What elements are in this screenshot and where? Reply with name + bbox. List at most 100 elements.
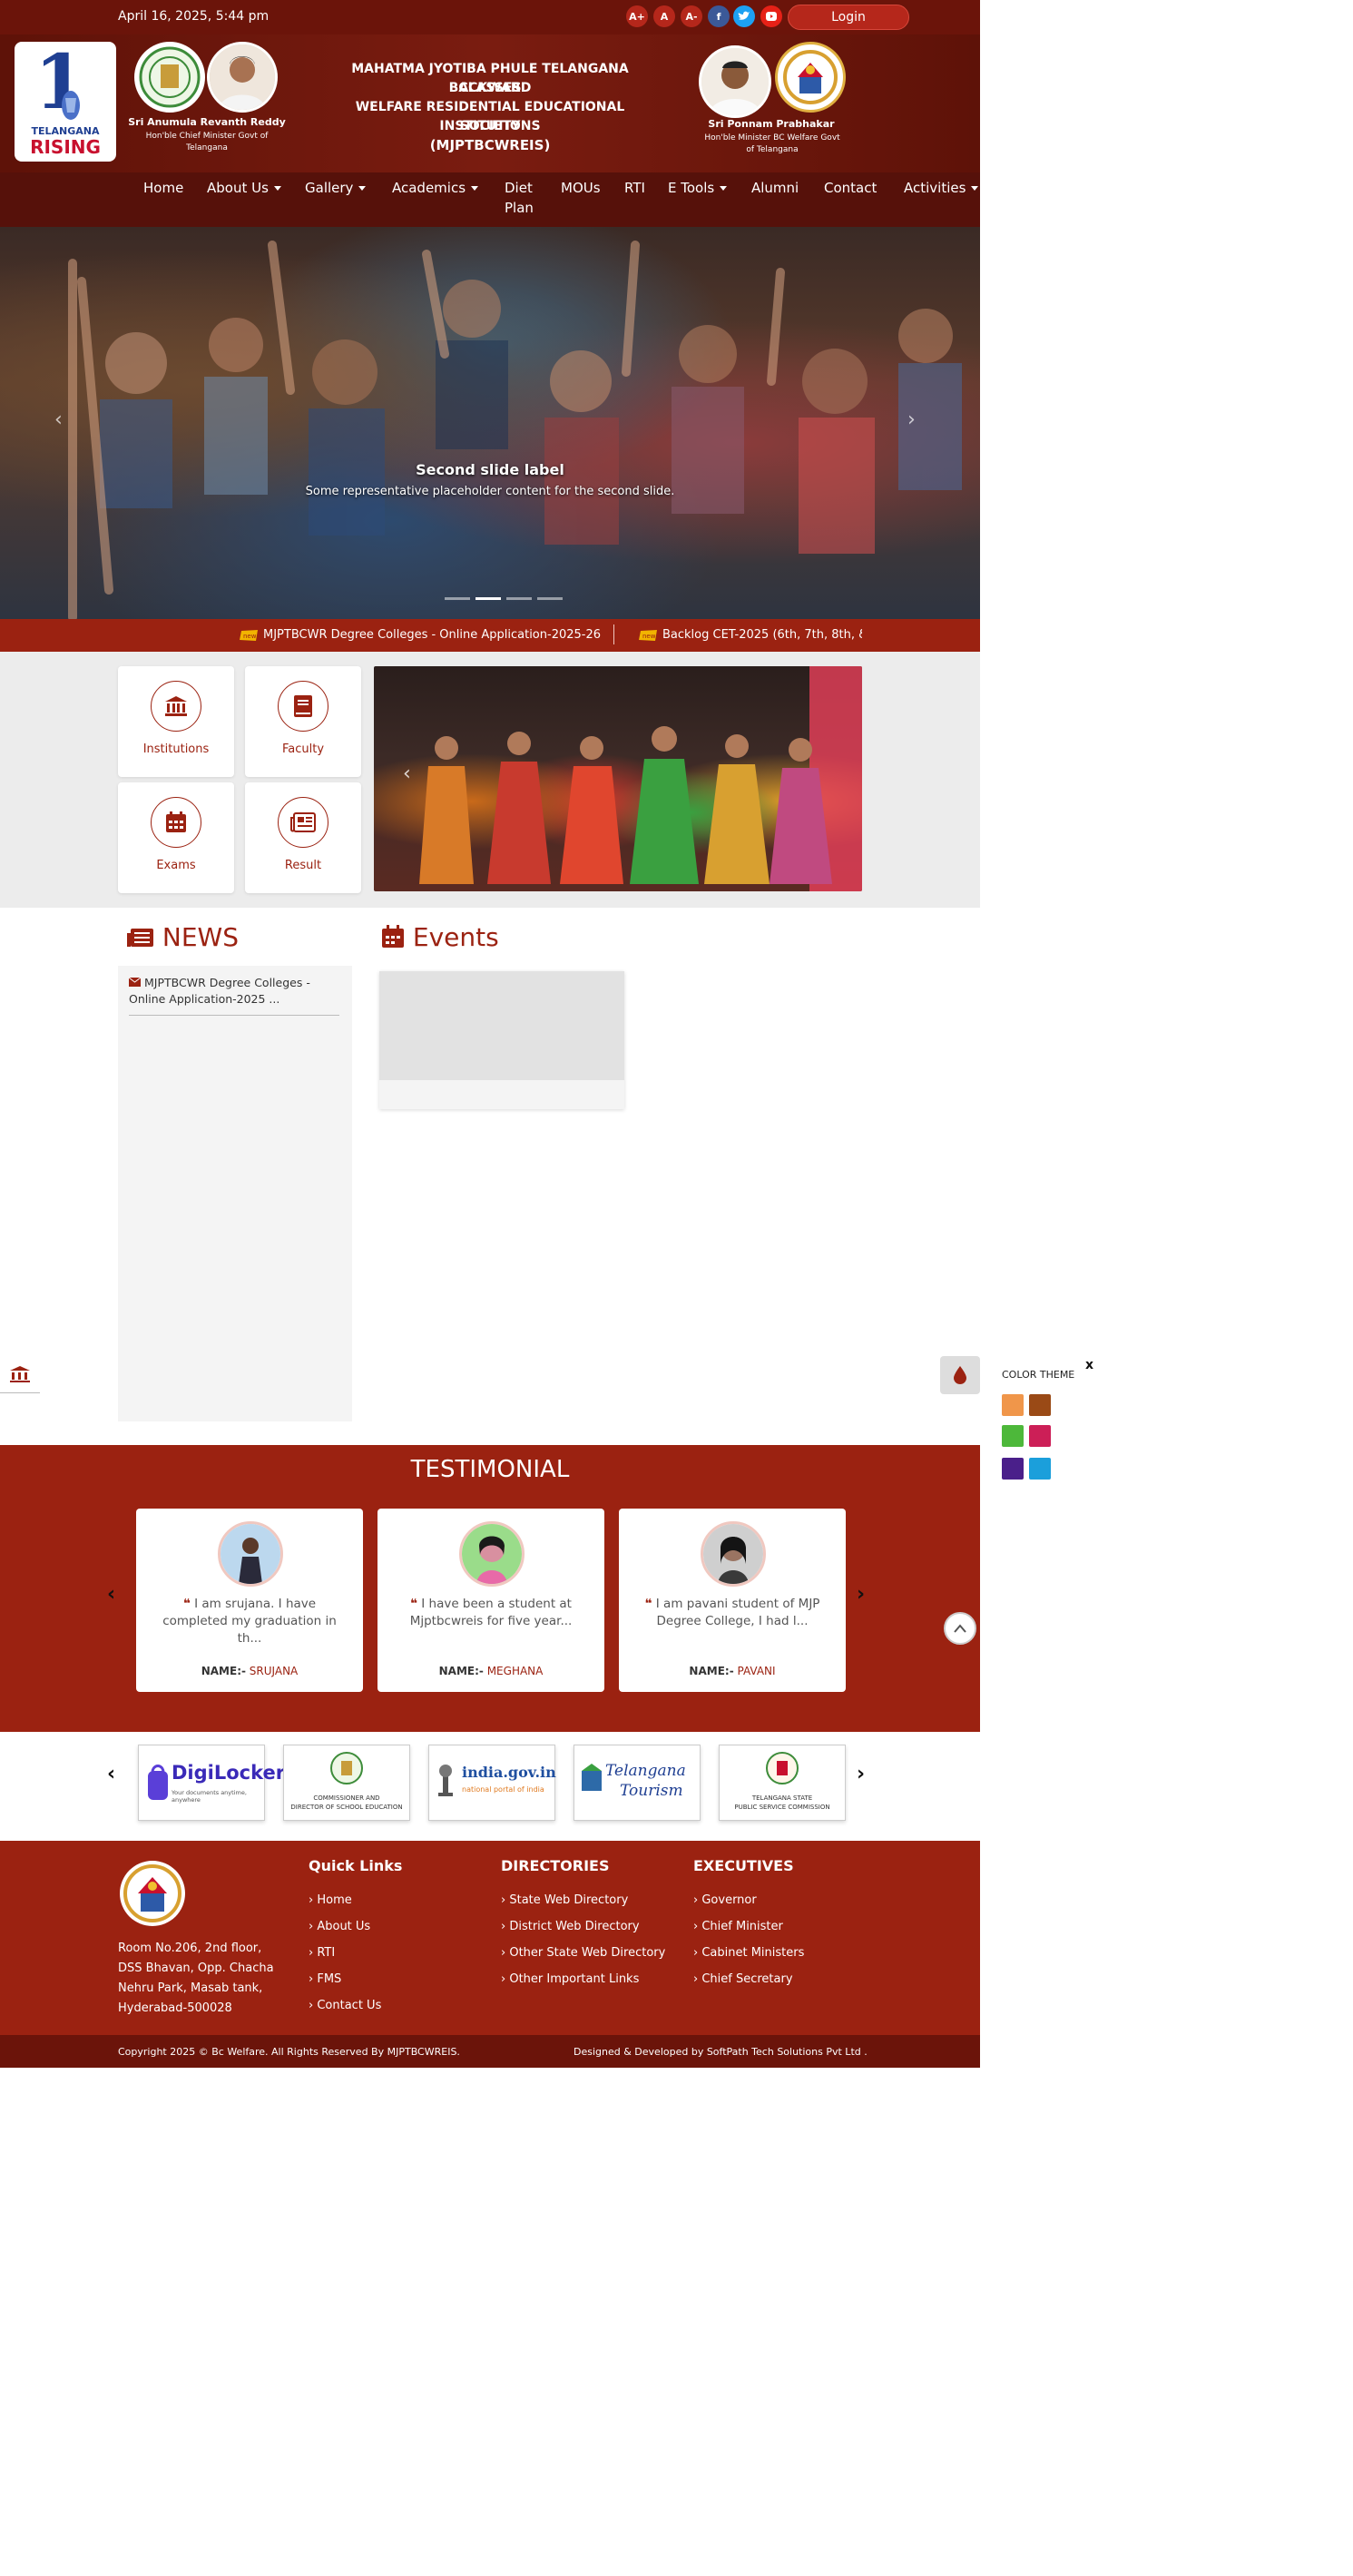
scroll-to-top-button[interactable]	[944, 1612, 976, 1645]
avatar	[459, 1521, 525, 1587]
ticker-item[interactable]: Backlog CET-2025 (6th, 7th, 8th, & 9	[662, 628, 862, 642]
quote-icon: ❝	[182, 1597, 191, 1611]
theme-swatch-purple[interactable]	[1002, 1458, 1024, 1480]
footer-link[interactable]: › About Us	[309, 1920, 370, 1933]
footer-link[interactable]: › Contact Us	[309, 1999, 381, 2012]
footer-link[interactable]: › Chief Secretary	[693, 1972, 793, 1986]
theme-swatch-green[interactable]	[1002, 1425, 1024, 1447]
gallery-prev-icon[interactable]: ‹	[403, 762, 411, 785]
footer-link[interactable]: › Other State Web Directory	[501, 1946, 665, 1960]
society-emblem	[775, 42, 846, 113]
gallery-slide-image	[419, 666, 862, 891]
minister-photo	[699, 45, 771, 118]
theme-swatch-blue[interactable]	[1029, 1458, 1051, 1480]
footer-link[interactable]: › Home	[309, 1893, 352, 1907]
carousel-indicator[interactable]	[537, 597, 563, 600]
hero-caption-text: Some representative placeholder content …	[305, 485, 675, 498]
facebook-icon[interactable]: f	[708, 5, 730, 27]
nav-item-alumni[interactable]: Alumni	[751, 178, 799, 198]
news-list: MJPTBCWR Degree Colleges - Online Applic…	[118, 966, 352, 1421]
font-reset-button[interactable]: A	[653, 5, 675, 27]
quick-card-faculty[interactable]: Faculty	[245, 666, 361, 777]
chief-minister-photo	[207, 42, 278, 113]
site-header: 1 TELANGANA RISING Sri Anumula Revanth R…	[0, 34, 980, 172]
org-title-line-2: CLASSES	[458, 81, 522, 95]
nav-item-mous[interactable]: MOUs	[561, 178, 601, 198]
quote-icon: ❝	[644, 1597, 652, 1611]
theme-swatch-brown[interactable]	[1029, 1394, 1051, 1416]
nav-item-contact[interactable]: Contact	[824, 178, 877, 198]
footer-heading-directories: DIRECTORIES	[501, 1857, 610, 1874]
org-title-line-5: (MJPTBCWREIS)	[429, 137, 551, 153]
institution-icon	[10, 1366, 30, 1382]
school-education-logo[interactable]: COMMISSIONER AND DIRECTOR OF SCHOOL EDUC…	[283, 1745, 410, 1821]
testimonial-card[interactable]: ❝ I have been a student at Mjptbcwreis f…	[377, 1509, 604, 1692]
footer-link[interactable]: › Other Important Links	[501, 1972, 639, 1986]
testimonial-next-icon[interactable]: ›	[857, 1583, 865, 1606]
nav-item-academics[interactable]: Academics	[392, 178, 479, 198]
minister-role: Hon'ble Minister BC Welfare Govt of Tela…	[704, 133, 840, 154]
chevron-down-icon	[358, 186, 367, 191]
telangana-tourism-logo[interactable]: Telangana Tourism	[574, 1745, 701, 1821]
font-increase-button[interactable]: A+	[626, 5, 648, 27]
chevron-up-icon	[954, 1624, 966, 1633]
nav-item-rti[interactable]: RTI	[624, 178, 645, 198]
quote-icon: ❝	[410, 1597, 417, 1611]
digilocker-logo[interactable]: DigiLocker Your documents anytime, anywh…	[138, 1745, 285, 1821]
gallery-slider[interactable]: ‹	[374, 666, 862, 891]
footer-link[interactable]: › Cabinet Ministers	[693, 1946, 804, 1960]
chevron-down-icon	[273, 186, 281, 191]
hero-prev-icon[interactable]: ‹	[54, 408, 63, 431]
hero-carousel[interactable]: Second slide label Some representative p…	[0, 227, 980, 619]
cm-name: Sri Anumula Revanth Reddy	[128, 116, 286, 128]
hero-next-icon[interactable]: ›	[907, 408, 916, 431]
logos-prev-icon[interactable]: ‹	[107, 1763, 115, 1785]
news-item[interactable]: MJPTBCWR Degree Colleges - Online Applic…	[128, 975, 339, 1016]
footer-link[interactable]: › District Web Directory	[501, 1920, 640, 1933]
india-gov-logo[interactable]: india.gov.in national portal of india	[428, 1745, 556, 1821]
event-image-placeholder	[379, 971, 624, 1080]
designed-by-link[interactable]: Designed & Developed by SoftPath Tech So…	[574, 2046, 868, 2058]
telangana-rising-logo[interactable]: 1 TELANGANA RISING	[15, 42, 116, 162]
quick-card-institutions[interactable]: Institutions	[118, 666, 234, 777]
testimonial-prev-icon[interactable]: ‹	[107, 1583, 115, 1606]
color-theme-close-button[interactable]: x	[1085, 1358, 1093, 1372]
nav-item-gallery[interactable]: Gallery	[305, 178, 367, 198]
footer-link[interactable]: › FMS	[309, 1972, 341, 1986]
accessibility-widget[interactable]	[0, 1356, 40, 1393]
footer-link[interactable]: › RTI	[309, 1946, 335, 1960]
theme-swatch-crimson[interactable]	[1029, 1425, 1051, 1447]
footer-link[interactable]: › Governor	[693, 1893, 757, 1907]
carousel-indicator-active[interactable]	[476, 597, 501, 600]
hero-caption-title: Second slide label	[416, 461, 564, 478]
current-date: April 16, 2025, 5:44 pm	[118, 9, 270, 24]
nav-item-activities[interactable]: Activities	[904, 178, 979, 198]
theme-swatch-orange[interactable]	[1002, 1394, 1024, 1416]
twitter-icon[interactable]	[733, 5, 755, 27]
newspaper-icon	[278, 797, 328, 848]
testimonial-card[interactable]: ❝ I am srujana. I have completed my grad…	[136, 1509, 363, 1692]
testimonial-card[interactable]: ❝ I am pavani student of MJP Degree Coll…	[619, 1509, 846, 1692]
carousel-indicator[interactable]	[506, 597, 532, 600]
logos-next-icon[interactable]: ›	[857, 1763, 865, 1785]
footer-link[interactable]: › State Web Directory	[501, 1893, 628, 1907]
quick-card-result[interactable]: Result	[245, 782, 361, 893]
tspsc-logo[interactable]: TELANGANA STATE PUBLIC SERVICE COMMISSIO…	[719, 1745, 846, 1821]
youtube-icon[interactable]	[760, 5, 782, 27]
nav-item-e-tools[interactable]: E Tools	[668, 178, 728, 198]
footer-link[interactable]: › Chief Minister	[693, 1920, 783, 1933]
ticker-item[interactable]: MJPTBCWR Degree Colleges - Online Applic…	[263, 628, 601, 642]
font-decrease-button[interactable]: A-	[681, 5, 702, 27]
login-button[interactable]: Login	[788, 5, 909, 30]
nav-item-diet-plan[interactable]: Diet Plan	[505, 178, 541, 218]
site-footer: Room No.206, 2nd floor, DSS Bhavan, Opp.…	[0, 1841, 980, 2035]
footer-address: Room No.206, 2nd floor, DSS Bhavan, Opp.…	[118, 1942, 274, 2015]
nav-item-about-us[interactable]: About Us	[207, 178, 281, 198]
quick-card-exams[interactable]: Exams	[118, 782, 234, 893]
event-card[interactable]	[379, 971, 624, 1109]
nav-item-home[interactable]: Home	[143, 178, 183, 198]
newspaper-icon	[127, 929, 153, 947]
color-theme-toggle[interactable]	[940, 1356, 980, 1394]
institution-icon	[151, 681, 201, 732]
carousel-indicator[interactable]	[445, 597, 470, 600]
